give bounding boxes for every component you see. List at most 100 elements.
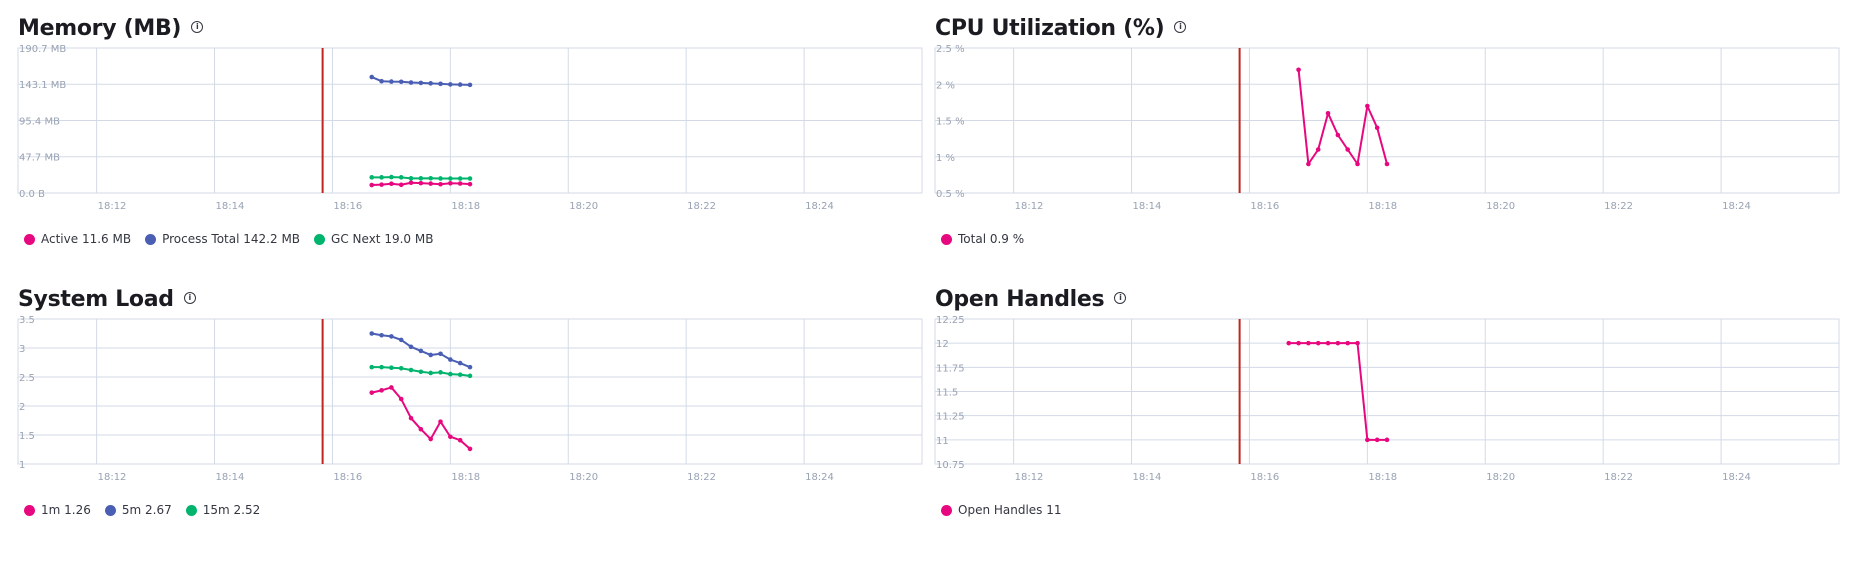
data-point: [1325, 340, 1331, 346]
data-point: [467, 176, 473, 181]
info-icon[interactable]: i: [183, 292, 196, 304]
data-point: [408, 180, 414, 186]
data-point: [448, 82, 453, 87]
open-handles-chart: 10.75 11 11.25 11.5 11.75 12 12.25 18:12 18:14 18…: [934, 315, 1840, 483]
data-point: [1315, 340, 1321, 346]
data-point: [369, 74, 375, 80]
x-tick-label: 18:14: [1133, 472, 1162, 483]
legend-item[interactable]: Active 11.6 MB: [24, 232, 131, 246]
panel-title: System Load i: [18, 287, 196, 312]
x-tick-label: 18:20: [1486, 472, 1515, 483]
x-tick-label: 18:24: [805, 201, 834, 212]
data-point: [369, 175, 375, 180]
x-tick-label: 18:18: [451, 201, 480, 212]
x-tick-label: 18:14: [216, 201, 245, 212]
legend-swatch: [24, 504, 35, 516]
data-point: [1306, 161, 1311, 167]
legend-value: 2.67: [145, 503, 172, 517]
data-point: [467, 82, 473, 88]
data-point: [379, 388, 384, 393]
data-point: [438, 419, 443, 424]
data-point: [428, 352, 433, 358]
legend-label: Active: [41, 232, 79, 246]
data-point: [1325, 110, 1331, 116]
system-load-chart: 1 1.5 2 2.5 3 3.5 18:12 18:14 18:16 18:18 18:20 18:…: [17, 315, 923, 483]
legend-item[interactable]: Process Total 142.2 MB: [145, 232, 300, 246]
legend-item[interactable]: GC Next 19.0 MB: [314, 232, 433, 246]
data-point: [389, 174, 394, 180]
x-tick-label: 18:12: [98, 201, 127, 212]
data-point: [457, 437, 463, 443]
legend-swatch: [24, 233, 35, 245]
x-tick-label: 18:24: [1722, 472, 1751, 483]
data-point: [379, 332, 384, 338]
legend-swatch: [941, 233, 952, 245]
data-point: [467, 373, 473, 379]
data-point: [467, 446, 473, 452]
y-tick-label: 12: [936, 339, 949, 350]
x-tick-label: 18:12: [1015, 472, 1044, 483]
legend-label: 5m: [121, 503, 142, 517]
data-point: [438, 81, 443, 87]
data-point: [369, 390, 375, 395]
panel-cpu: CPU Utilization (%) i 0.5 % 1 % 1.5 % 2 % 2.5…: [934, 0, 1855, 260]
data-point: [457, 176, 463, 181]
info-icon[interactable]: i: [1114, 292, 1127, 304]
data-point: [448, 371, 453, 377]
data-point: [467, 364, 473, 370]
data-point: [438, 370, 443, 375]
x-tick-label: 18:16: [333, 201, 362, 212]
data-point: [379, 364, 384, 370]
data-point: [467, 181, 473, 187]
x-tick-label: 18:22: [1604, 472, 1633, 483]
x-tick-label: 18:14: [216, 472, 245, 483]
x-tick-label: 18:22: [687, 201, 716, 212]
panel-open-handles: Open Handles i 10.75 11 11.25 11.5 11.75 12 12.…: [934, 271, 1855, 531]
x-tick-label: 18:24: [1722, 201, 1751, 212]
data-point: [408, 176, 414, 181]
data-point: [418, 80, 424, 86]
data-point: [1365, 103, 1370, 109]
info-icon[interactable]: i: [1174, 21, 1187, 33]
legend-value: 11: [1046, 503, 1062, 517]
data-point: [428, 181, 433, 186]
data-point: [379, 78, 384, 84]
data-point: [438, 176, 443, 181]
legend-item[interactable]: 15m 2.52: [185, 503, 261, 517]
y-tick-label: 1.5: [19, 431, 35, 442]
legend-item[interactable]: Open Handles 11: [941, 503, 1062, 517]
y-tick-label: 11: [936, 436, 949, 447]
legend-swatch: [145, 233, 157, 245]
legend-item[interactable]: 1m 1.26: [24, 503, 91, 517]
data-point: [398, 366, 404, 371]
data-point: [408, 80, 414, 85]
legend-item[interactable]: 5m 2.67: [104, 503, 172, 517]
legend-item[interactable]: Total 0.9 %: [941, 232, 1024, 246]
data-point: [418, 348, 424, 354]
data-point: [379, 182, 384, 187]
legend-label: GC Next: [331, 232, 381, 246]
legend-value: 2.52: [233, 503, 261, 517]
x-tick-label: 18:12: [98, 472, 127, 483]
data-point: [398, 182, 404, 188]
data-point: [438, 351, 443, 357]
data-point: [369, 182, 375, 188]
legend-value: 1.26: [64, 503, 91, 517]
y-tick-label: 190.7 MB: [19, 44, 66, 55]
memory-chart: 0.0 B 47.7 MB 95.4 MB 143.1 MB 190.7 MB 18:12…: [17, 44, 923, 212]
data-point: [1374, 125, 1380, 131]
data-point: [408, 415, 414, 421]
panel-title: Memory (MB) i: [18, 16, 204, 41]
info-icon[interactable]: i: [191, 21, 204, 33]
data-point: [448, 176, 453, 181]
data-point: [379, 175, 384, 180]
y-tick-label: 3.5: [19, 315, 35, 326]
data-point: [398, 175, 404, 180]
x-tick-label: 18:16: [333, 472, 362, 483]
data-point: [408, 344, 414, 350]
data-point: [1345, 147, 1350, 152]
x-tick-label: 18:20: [569, 201, 598, 212]
legend: Open Handles 11: [941, 503, 1062, 517]
legend-swatch: [185, 504, 197, 516]
data-point: [398, 337, 404, 343]
